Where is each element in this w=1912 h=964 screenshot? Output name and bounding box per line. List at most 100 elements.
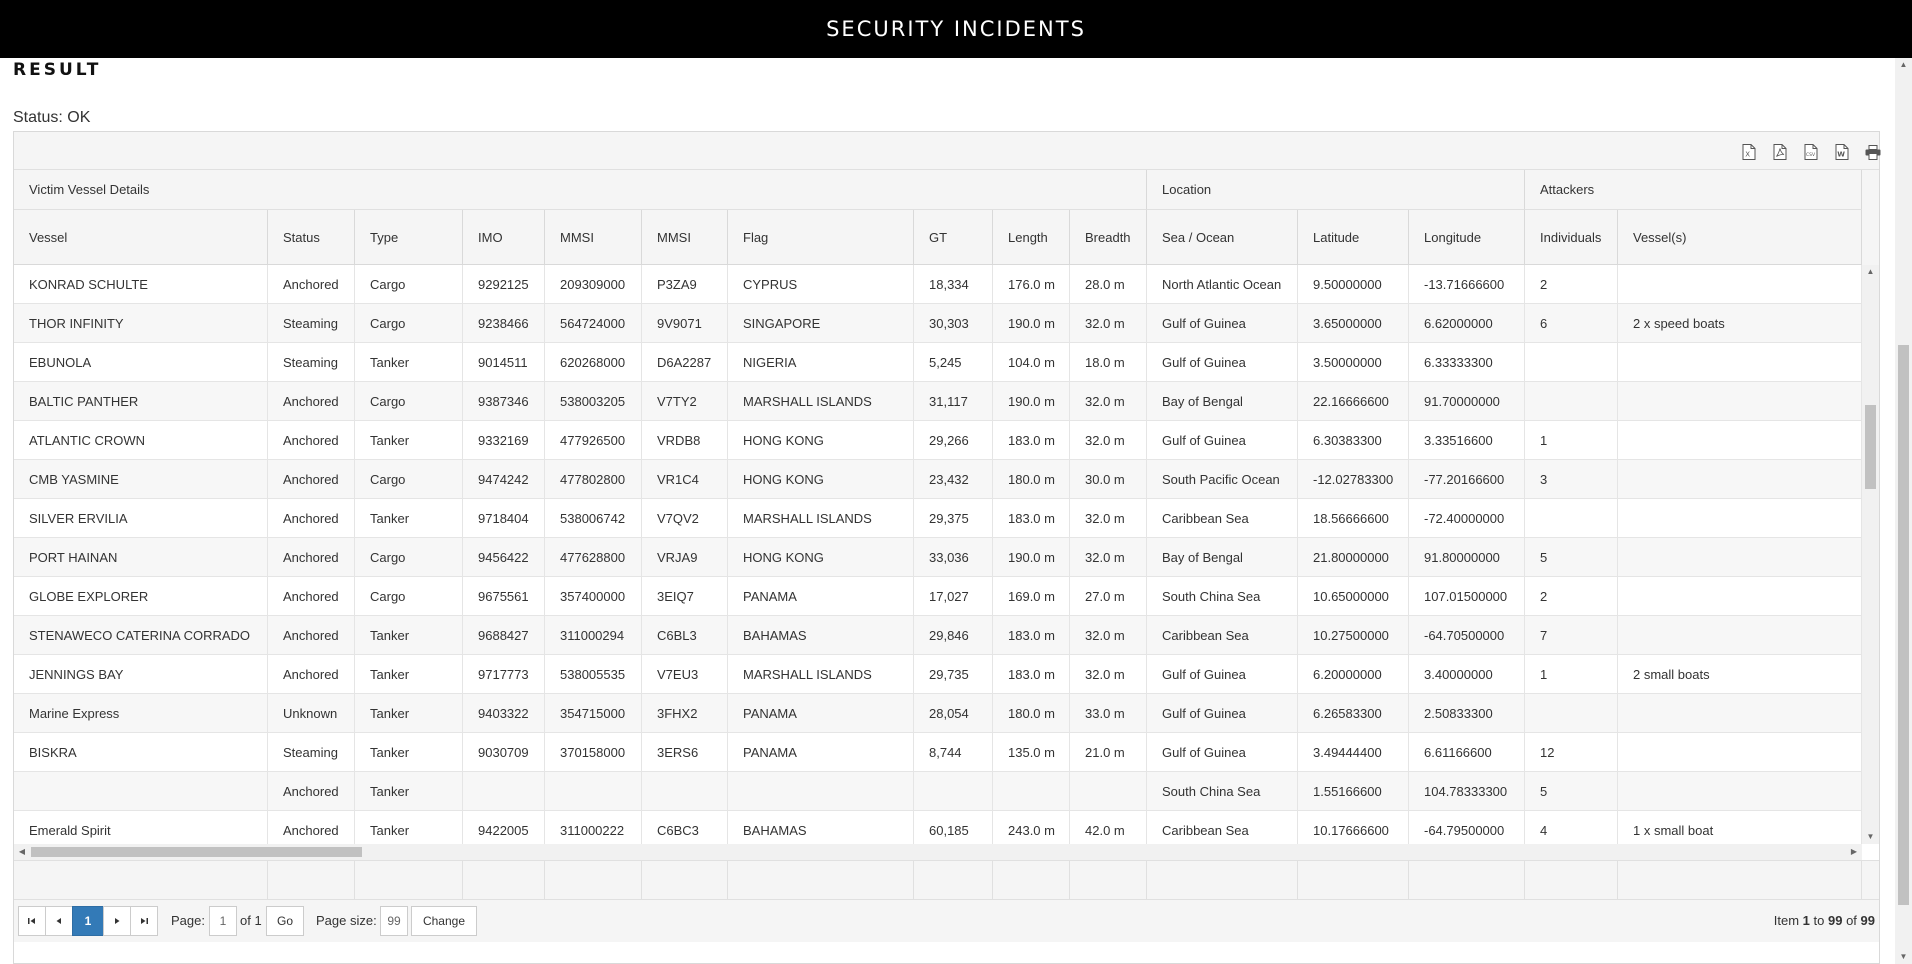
cell-breadth: 32.0 m — [1070, 616, 1147, 655]
grid-vertical-scrollbar[interactable]: ▲ ▼ — [1862, 265, 1879, 844]
cell-vessel: PORT HAINAN — [14, 538, 268, 577]
table-row[interactable]: ATLANTIC CROWN Anchored Tanker 9332169 47792… — [14, 421, 1862, 460]
column-header-individuals[interactable]: Individuals — [1525, 210, 1618, 265]
cell-status: Steaming — [268, 733, 355, 772]
cell-longitude: -64.70500000 — [1409, 616, 1525, 655]
column-header-type[interactable]: Type — [355, 210, 463, 265]
word-export-icon[interactable]: W — [1831, 142, 1853, 162]
page-scroll-down-icon[interactable]: ▼ — [1895, 950, 1912, 964]
cell-call-sign: VRDB8 — [642, 421, 728, 460]
table-row[interactable]: STENAWECO CATERINA CORRADO Anchored Tanker… — [14, 616, 1862, 655]
column-header-sea-ocean[interactable]: Sea / Ocean — [1147, 210, 1298, 265]
svg-text:W: W — [1837, 151, 1845, 159]
cell-call-sign — [642, 772, 728, 811]
scroll-left-arrow-icon[interactable]: ◀ — [14, 844, 30, 860]
page-scrollbar[interactable]: ▲ ▼ — [1895, 58, 1912, 964]
cell-type: Tanker — [355, 499, 463, 538]
excel-export-icon[interactable]: X — [1738, 142, 1760, 162]
cell-type: Tanker — [355, 343, 463, 382]
cell-latitude: 10.65000000 — [1298, 577, 1409, 616]
column-header-length[interactable]: Length — [993, 210, 1070, 265]
cell-vessel: SILVER ERVILIA — [14, 499, 268, 538]
first-page-icon[interactable] — [18, 906, 46, 936]
table-row[interactable]: JENNINGS BAY Anchored Tanker 9717773 5380055… — [14, 655, 1862, 694]
table-row[interactable]: Marine Express Unknown Tanker 9403322 354715… — [14, 694, 1862, 733]
cell-vessel: STENAWECO CATERINA CORRADO — [14, 616, 268, 655]
cell-length: 176.0 m — [993, 265, 1070, 304]
vertical-scroll-thumb[interactable] — [1865, 405, 1876, 489]
cell-length: 180.0 m — [993, 460, 1070, 499]
column-header-status[interactable]: Status — [268, 210, 355, 265]
change-page-size-button[interactable]: Change — [411, 906, 477, 936]
cell-flag: MARSHALL ISLANDS — [728, 499, 914, 538]
column-header-mmsi[interactable]: MMSI — [545, 210, 642, 265]
cell-flag: MARSHALL ISLANDS — [728, 655, 914, 694]
group-victim-vessel-details: Victim Vessel Details — [14, 170, 1147, 210]
cell-individuals — [1525, 694, 1618, 733]
column-header-latitude[interactable]: Latitude — [1298, 210, 1409, 265]
table-row[interactable]: THOR INFINITY Steaming Cargo 9238466 5647240… — [14, 304, 1862, 343]
cell-attacker-vessels — [1618, 733, 1862, 772]
cell-individuals: 1 — [1525, 655, 1618, 694]
current-page-button[interactable]: 1 — [72, 906, 104, 936]
grid-horizontal-scrollbar[interactable]: ◀ ▶ — [14, 844, 1862, 860]
column-header-flag[interactable]: Flag — [728, 210, 914, 265]
cell-breadth: 21.0 m — [1070, 733, 1147, 772]
table-row[interactable]: PORT HAINAN Anchored Cargo 9456422 477628800… — [14, 538, 1862, 577]
column-header-breadth[interactable]: Breadth — [1070, 210, 1147, 265]
cell-attacker-vessels — [1618, 265, 1862, 304]
cell-breadth — [1070, 772, 1147, 811]
cell-flag: BAHAMAS — [728, 616, 914, 655]
cell-status: Anchored — [268, 772, 355, 811]
table-row[interactable]: KONRAD SCHULTE Anchored Cargo 9292125 209309… — [14, 265, 1862, 304]
cell-type: Cargo — [355, 538, 463, 577]
cell-imo: 9014511 — [463, 343, 545, 382]
table-row[interactable]: GLOBE EXPLORER Anchored Cargo 9675561 357400… — [14, 577, 1862, 616]
last-page-icon[interactable] — [130, 906, 158, 936]
group-attackers: Attackers — [1525, 170, 1862, 210]
cell-individuals: 2 — [1525, 265, 1618, 304]
cell-status: Anchored — [268, 421, 355, 460]
cell-longitude: 107.01500000 — [1409, 577, 1525, 616]
table-row[interactable]: CMB YASMINE Anchored Cargo 9474242 477802800… — [14, 460, 1862, 499]
print-icon[interactable] — [1862, 142, 1884, 162]
horizontal-scroll-thumb[interactable] — [31, 847, 362, 857]
table-row[interactable]: BALTIC PANTHER Anchored Cargo 9387346 538003… — [14, 382, 1862, 421]
scroll-right-arrow-icon[interactable]: ▶ — [1846, 844, 1862, 860]
cell-attacker-vessels — [1618, 694, 1862, 733]
page-number-input[interactable] — [209, 906, 237, 936]
scroll-down-arrow-icon[interactable]: ▼ — [1862, 830, 1879, 844]
cell-sea-ocean: North Atlantic Ocean — [1147, 265, 1298, 304]
cell-breadth: 32.0 m — [1070, 538, 1147, 577]
cell-vessel: BALTIC PANTHER — [14, 382, 268, 421]
go-button[interactable]: Go — [266, 906, 304, 936]
column-header-mmsi-callsign[interactable]: MMSI — [642, 210, 728, 265]
cell-latitude: 3.50000000 — [1298, 343, 1409, 382]
table-row[interactable]: BISKRA Steaming Tanker 9030709 370158000 3ERS… — [14, 733, 1862, 772]
previous-page-icon[interactable] — [45, 906, 73, 936]
cell-gt: 5,245 — [914, 343, 993, 382]
page-scroll-thumb[interactable] — [1898, 345, 1909, 905]
column-header-imo[interactable]: IMO — [463, 210, 545, 265]
cell-imo: 9030709 — [463, 733, 545, 772]
page-scroll-up-icon[interactable]: ▲ — [1895, 58, 1912, 72]
next-page-icon[interactable] — [103, 906, 131, 936]
page-size-input[interactable] — [380, 906, 408, 936]
table-row[interactable]: Anchored Tanker South China Sea 1.55166600 1… — [14, 772, 1862, 811]
cell-type: Tanker — [355, 616, 463, 655]
table-row[interactable]: EBUNOLA Steaming Tanker 9014511 620268000 D6A… — [14, 343, 1862, 382]
cell-latitude: -12.02783300 — [1298, 460, 1409, 499]
column-header-gt[interactable]: GT — [914, 210, 993, 265]
grid-toolbar: X CSV W — [14, 132, 1881, 170]
table-row[interactable]: SILVER ERVILIA Anchored Tanker 9718404 53800… — [14, 499, 1862, 538]
column-header-vessel[interactable]: Vessel — [14, 210, 268, 265]
pdf-export-icon[interactable] — [1769, 142, 1791, 162]
cell-sea-ocean: Gulf of Guinea — [1147, 655, 1298, 694]
cell-breadth: 33.0 m — [1070, 694, 1147, 733]
scroll-up-arrow-icon[interactable]: ▲ — [1862, 265, 1879, 279]
column-header-attacker-vessels[interactable]: Vessel(s) — [1618, 210, 1862, 265]
cell-length: 183.0 m — [993, 655, 1070, 694]
cell-length: 183.0 m — [993, 499, 1070, 538]
csv-export-icon[interactable]: CSV — [1800, 142, 1822, 162]
column-header-longitude[interactable]: Longitude — [1409, 210, 1525, 265]
